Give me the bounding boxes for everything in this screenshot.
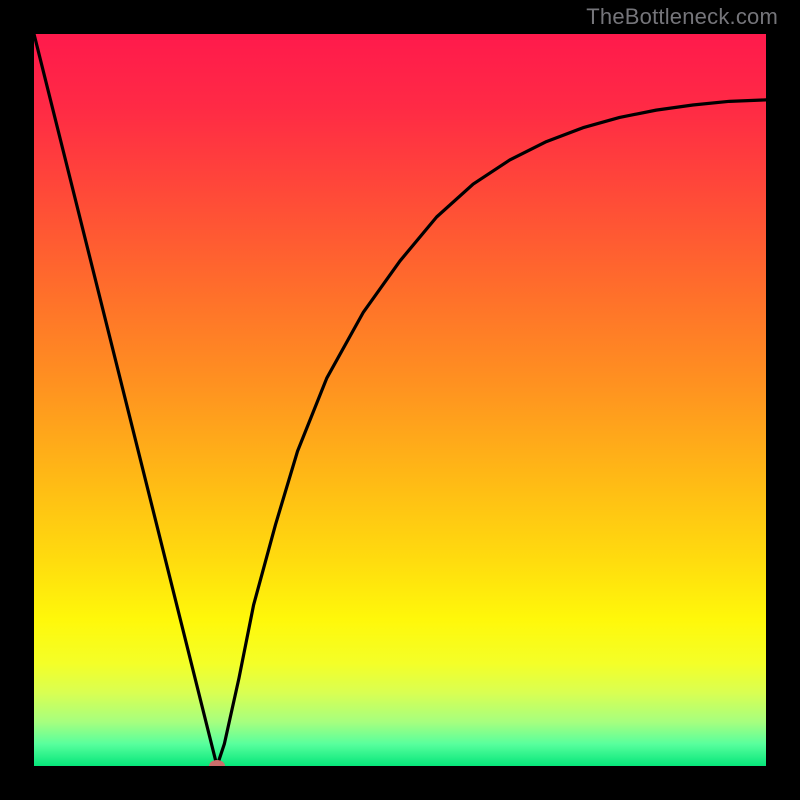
chart-container: TheBottleneck.com <box>0 0 800 800</box>
bottleneck-curve <box>34 34 766 766</box>
plot-area <box>34 34 766 766</box>
minimum-marker <box>209 760 225 766</box>
attribution-label: TheBottleneck.com <box>586 4 778 30</box>
